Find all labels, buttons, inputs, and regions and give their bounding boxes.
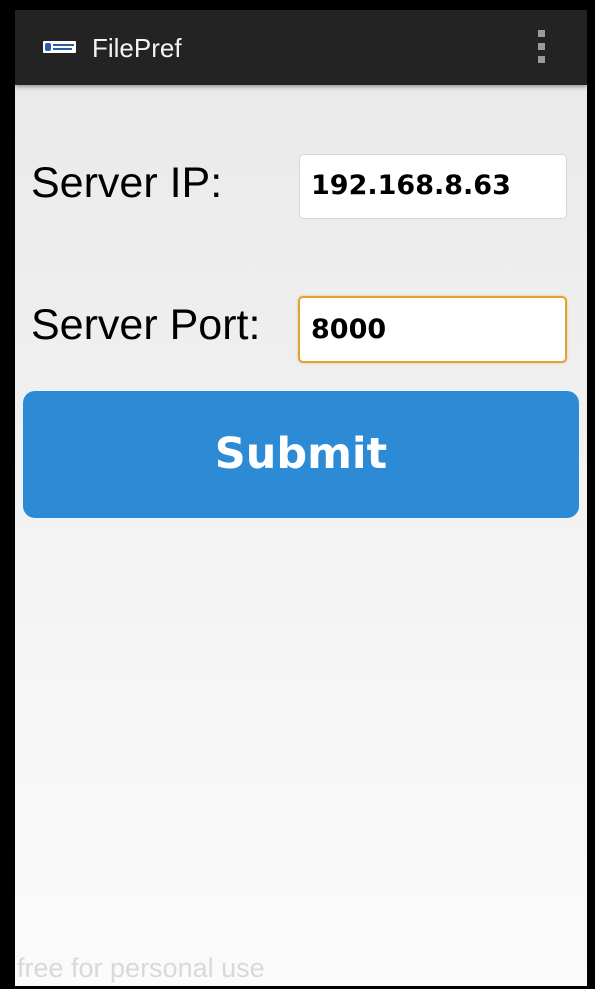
submit-button[interactable]: Submit [23, 391, 579, 518]
watermark-text: free for personal use [17, 953, 265, 983]
device-frame: FilePref Server IP: 192.168.8.63 Server … [0, 0, 595, 989]
server-ip-input[interactable]: 192.168.8.63 [299, 154, 567, 219]
server-port-input[interactable]: 8000 [298, 296, 567, 363]
action-bar: FilePref [15, 10, 587, 85]
more-vert-icon[interactable] [527, 28, 557, 68]
app-screen: FilePref Server IP: 192.168.8.63 Server … [15, 10, 587, 986]
app-title: FilePref [92, 33, 182, 63]
app-logo-icon [43, 41, 76, 53]
status-bar [15, 0, 587, 10]
server-ip-label: Server IP: [31, 159, 223, 207]
server-port-label: Server Port: [31, 301, 261, 349]
